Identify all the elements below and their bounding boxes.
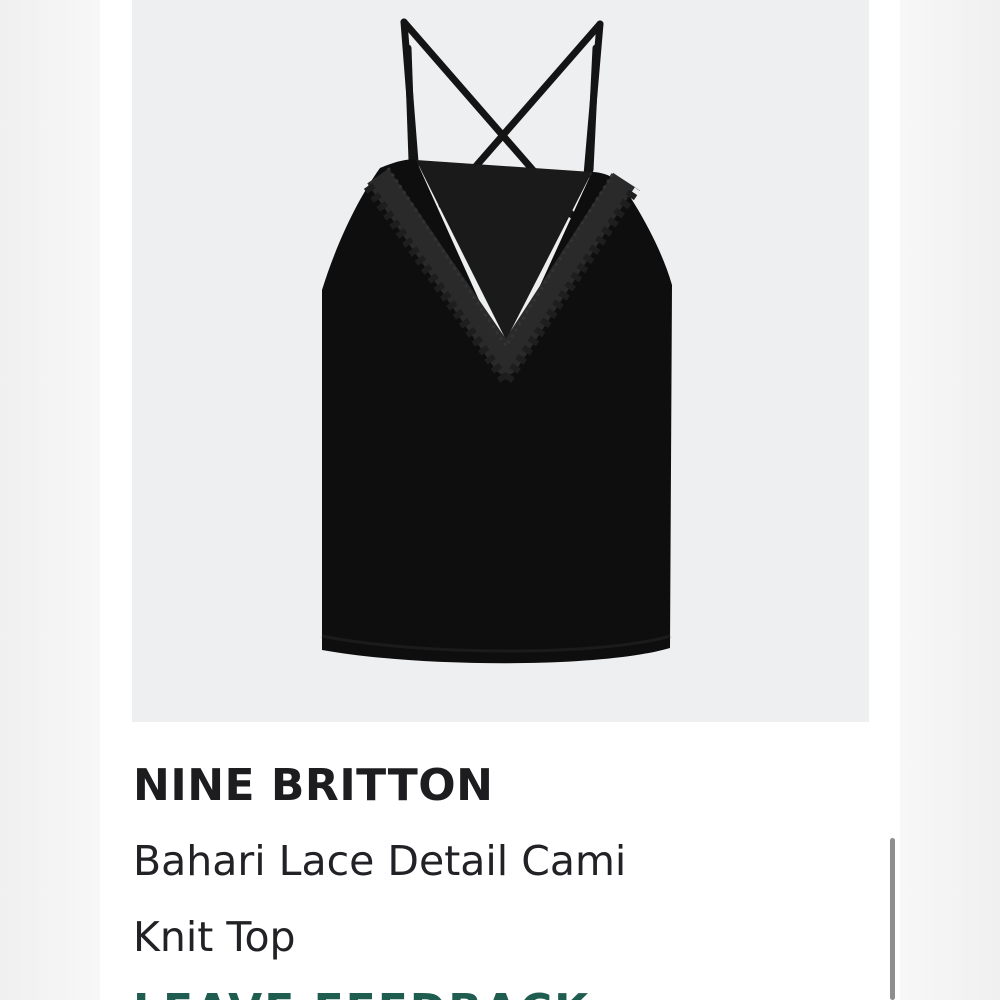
product-title-line-2: Knit Top [133, 913, 296, 961]
product-title-line-1: Bahari Lace Detail Cami [133, 837, 627, 885]
brand-name: NINE BRITTON [133, 760, 494, 811]
leave-feedback-link[interactable]: LEAVE FEEDBACK → [133, 985, 645, 1000]
scrollbar[interactable] [890, 838, 895, 1000]
left-margin [0, 0, 100, 1000]
right-strap-front [586, 44, 600, 174]
leave-feedback-label: LEAVE FEEDBACK [133, 985, 590, 1000]
product-image[interactable] [132, 0, 869, 722]
black-cami-top-image [321, 18, 672, 664]
product-title: Bahari Lace Detail Cami Knit Top [133, 838, 773, 960]
arrow-right-icon: → [606, 985, 645, 1000]
left-strap-front [404, 44, 416, 164]
right-margin [900, 0, 1000, 1000]
product-card: NINE BRITTON Bahari Lace Detail Cami Kni… [100, 0, 900, 1000]
